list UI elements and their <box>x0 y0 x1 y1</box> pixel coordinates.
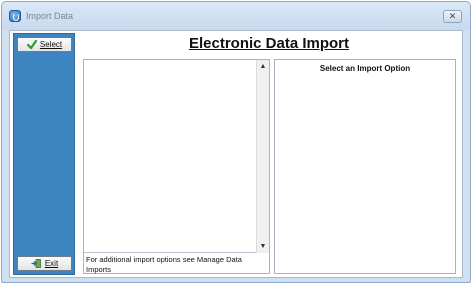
close-icon: ✕ <box>448 11 457 21</box>
window-title: Import Data <box>26 11 74 21</box>
app-power-icon <box>9 10 21 22</box>
check-icon <box>26 40 37 49</box>
import-list[interactable] <box>84 60 256 253</box>
select-button[interactable]: Select <box>17 37 72 52</box>
client-area: Select Exit Electronic Data Import ▲ ▼ F… <box>9 30 463 278</box>
select-button-label: Select <box>39 40 63 49</box>
import-list-panel: ▲ ▼ For additional import options see Ma… <box>83 59 270 274</box>
exit-button-label: Exit <box>44 259 59 268</box>
action-sidebar: Select Exit <box>13 33 75 275</box>
list-scrollbar[interactable]: ▲ ▼ <box>256 60 269 253</box>
import-options-panel: Select an Import Option <box>274 59 456 274</box>
import-options-footnote: For additional import options see Manage… <box>86 255 242 274</box>
exit-button[interactable]: Exit <box>17 256 72 271</box>
scroll-down-icon[interactable]: ▼ <box>257 241 269 252</box>
page-title: Electronic Data Import <box>188 35 350 52</box>
scroll-up-icon[interactable]: ▲ <box>257 61 269 72</box>
title-bar[interactable]: Import Data ✕ <box>2 2 470 30</box>
exit-door-icon <box>31 259 41 268</box>
close-button[interactable]: ✕ <box>443 10 462 23</box>
import-data-window: Import Data ✕ Select Exit Electronic Dat… <box>1 1 471 283</box>
options-panel-title: Select an Import Option <box>319 64 411 73</box>
